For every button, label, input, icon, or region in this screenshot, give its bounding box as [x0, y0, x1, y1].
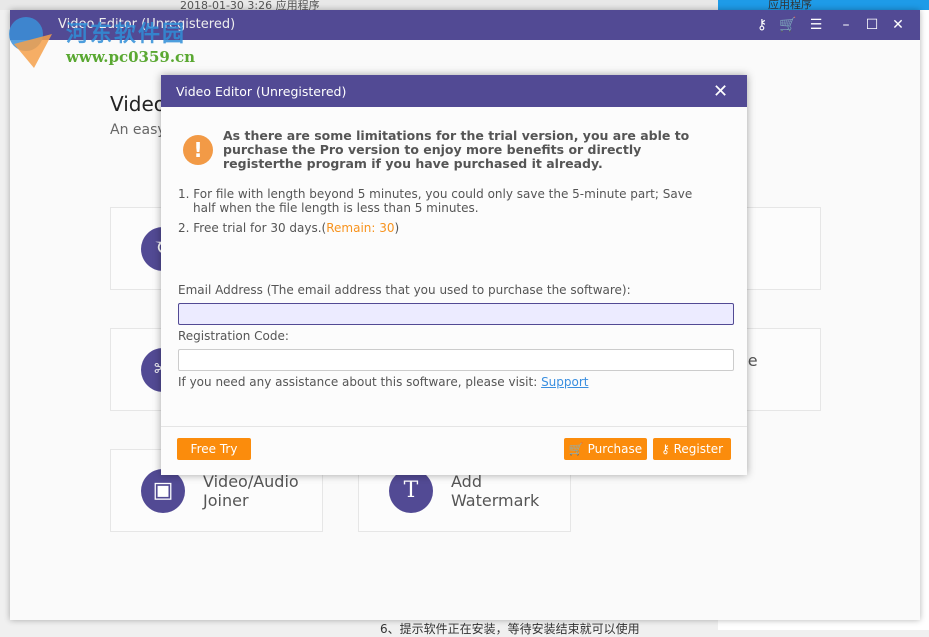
cart-icon[interactable]: 🛒 [778, 15, 798, 35]
registration-code-label: Registration Code: [178, 329, 289, 343]
warning-message: As there are some limitations for the tr… [223, 128, 690, 171]
page-subtitle: An easy [110, 122, 166, 138]
purchase-label: Purchase [587, 442, 643, 456]
item-text: ) [394, 221, 400, 235]
limitation-item: 2. Free trial for 30 days.(Remain: 30) [178, 221, 718, 235]
email-field[interactable] [178, 303, 734, 325]
key-icon: ⚷ [660, 442, 670, 456]
register-label: Register [673, 442, 724, 456]
purchase-button[interactable]: 🛒 Purchase [564, 438, 647, 460]
registration-dialog: Video Editor (Unregistered) ✕ ! As there… [161, 75, 747, 475]
free-try-button[interactable]: Free Try [177, 438, 251, 460]
help-label: If you need any assistance about this so… [178, 375, 542, 389]
close-icon[interactable]: ✕ [713, 81, 728, 102]
dialog-title-bar: Video Editor (Unregistered) ✕ [161, 75, 747, 107]
watermark-url: www.pc0359.cn [66, 48, 196, 66]
warning-icon: ! [183, 135, 213, 165]
maximize-icon[interactable]: ☐ [862, 15, 882, 35]
cart-icon: 🛒 [568, 442, 584, 456]
card-label: Add Watermark [451, 472, 540, 510]
item-text: 2. Free trial for 30 days.( [178, 221, 327, 235]
email-label: Email Address (The email address that yo… [178, 283, 631, 297]
key-icon[interactable]: ⚷ [752, 15, 772, 35]
desktop-text: 6、提示软件正在安装，等待安装结束就可以使用 [380, 622, 640, 636]
help-text: If you need any assistance about this so… [178, 375, 589, 389]
desktop-window-bar: 应用程序 [718, 0, 929, 11]
dialog-title: Video Editor (Unregistered) [176, 84, 347, 99]
close-icon[interactable]: ✕ [888, 15, 908, 35]
desktop-background: 2018-01-30 3:26 应用程序 [0, 0, 718, 12]
divider [161, 426, 747, 427]
card-label: Video/Audio Joiner [203, 472, 299, 510]
menu-icon[interactable]: ☰ [806, 15, 826, 35]
support-link[interactable]: Support [541, 375, 588, 389]
text-icon: T [389, 469, 433, 513]
register-button[interactable]: ⚷ Register [653, 438, 731, 460]
watermark-logo [4, 14, 62, 74]
joiner-icon: ▣ [141, 469, 185, 513]
page-title: Video [110, 92, 167, 116]
limitation-item: 1. For file with length beyond 5 minutes… [178, 187, 693, 215]
remain-days: Remain: 30 [326, 221, 395, 235]
minimize-icon[interactable]: – [836, 15, 856, 35]
registration-code-field[interactable] [178, 349, 734, 371]
watermark-name: 河东软件园 [66, 22, 187, 47]
